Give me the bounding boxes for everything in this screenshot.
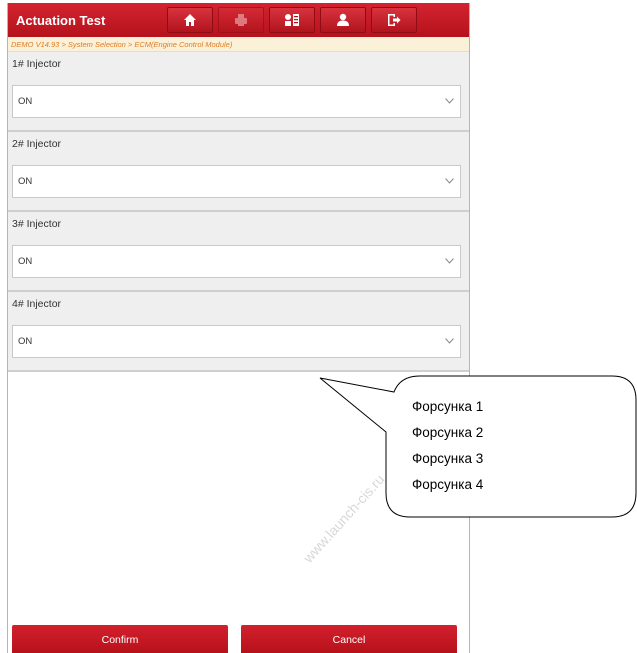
- device-screen: Actuation Test DEMO V14.93 > System Sele…: [7, 3, 470, 653]
- chevron-down-icon: [445, 258, 454, 264]
- print-icon: [235, 14, 247, 26]
- injector-4-block: 4# Injector ON: [8, 292, 469, 372]
- injector-1-select[interactable]: ON: [12, 85, 461, 118]
- device-settings-button[interactable]: [269, 7, 315, 33]
- breadcrumb: DEMO V14.93 > System Selection > ECM(Eng…: [8, 37, 469, 52]
- injector-3-value: ON: [18, 256, 33, 267]
- device-settings-icon: [285, 14, 299, 26]
- chevron-down-icon: [445, 98, 454, 104]
- injector-1-block: 1# Injector ON: [8, 52, 469, 132]
- callout-line-1: Форсунка 1: [412, 399, 484, 414]
- chevron-down-icon: [445, 178, 454, 184]
- injector-3-block: 3# Injector ON: [8, 212, 469, 292]
- callout-line-2: Форсунка 2: [412, 425, 484, 440]
- injector-4-value: ON: [18, 336, 33, 347]
- injector-2-value: ON: [18, 176, 33, 187]
- injector-2-label: 2# Injector: [12, 138, 62, 150]
- user-icon: [337, 13, 349, 26]
- injector-1-value: ON: [18, 96, 33, 107]
- chevron-down-icon: [445, 338, 454, 344]
- exit-button[interactable]: [371, 7, 417, 33]
- page-title: Actuation Test: [16, 12, 106, 28]
- injector-4-select[interactable]: ON: [12, 325, 461, 358]
- title-bar: Actuation Test: [8, 3, 469, 37]
- callout-line-3: Форсунка 3: [412, 451, 484, 466]
- injector-1-label: 1# Injector: [12, 58, 62, 70]
- injector-4-label: 4# Injector: [12, 298, 62, 310]
- confirm-button[interactable]: Confirm: [12, 625, 228, 653]
- home-icon: [184, 14, 196, 26]
- user-button[interactable]: [320, 7, 366, 33]
- injector-2-block: 2# Injector ON: [8, 132, 469, 212]
- injector-3-select[interactable]: ON: [12, 245, 461, 278]
- home-button[interactable]: [167, 7, 213, 33]
- callout-line-4: Форсунка 4: [412, 477, 484, 492]
- cancel-button[interactable]: Cancel: [241, 625, 457, 653]
- injector-2-select[interactable]: ON: [12, 165, 461, 198]
- exit-icon: [388, 14, 401, 26]
- print-button[interactable]: [218, 7, 264, 33]
- injector-3-label: 3# Injector: [12, 218, 62, 230]
